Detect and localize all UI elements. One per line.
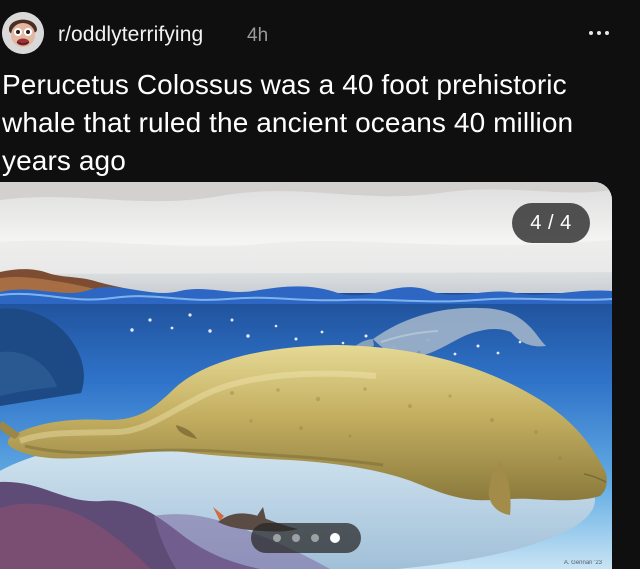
prehistoric-whale-illustration (0, 182, 612, 569)
post-image-carousel[interactable]: 4 / 4 A. Gennari '23 (0, 182, 612, 569)
carousel-dot[interactable] (272, 534, 281, 542)
post-age: 4h (247, 25, 269, 46)
post-view: r/oddlyterrifying 4h Perucetus Colossus … (0, 0, 640, 569)
carousel-dot[interactable] (291, 534, 300, 542)
cartoon-avatar-icon[interactable] (2, 12, 44, 54)
more-dot (597, 31, 601, 35)
more-options-icon[interactable] (582, 18, 616, 48)
more-dot (605, 31, 609, 35)
more-dot (589, 31, 593, 35)
artist-signature: A. Gennari '23 (563, 560, 602, 566)
carousel-dot[interactable] (310, 534, 319, 542)
image-page-counter: 4 / 4 (512, 203, 590, 243)
post-header: r/oddlyterrifying 4h (0, 8, 640, 60)
post-title[interactable]: Perucetus Colossus was a 40 foot prehist… (2, 66, 622, 180)
subreddit-name[interactable]: r/oddlyterrifying (58, 22, 203, 48)
carousel-pagination[interactable] (251, 523, 361, 553)
carousel-dot-active[interactable] (329, 533, 340, 543)
